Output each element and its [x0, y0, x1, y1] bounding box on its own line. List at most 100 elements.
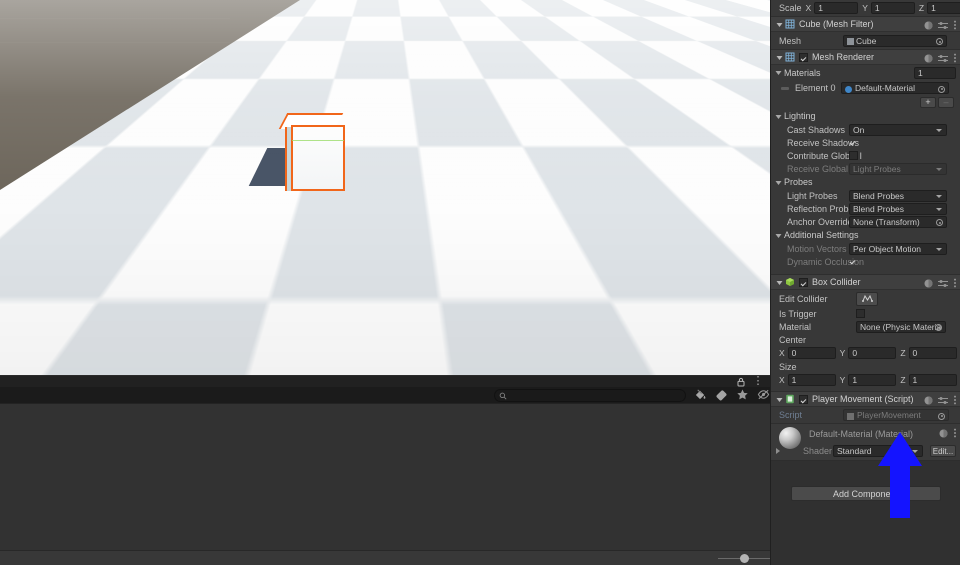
scale-x-field[interactable]: 1: [814, 2, 858, 14]
kebab-menu-icon[interactable]: [953, 428, 957, 438]
foldout-arrow-icon[interactable]: [775, 395, 784, 404]
box-collider-enabled-checkbox[interactable]: [799, 278, 808, 287]
receive-gi-value: Light Probes: [853, 164, 901, 174]
object-picker-icon[interactable]: [936, 38, 943, 45]
receive-shadows-label: Receive Shadows: [771, 138, 849, 148]
light-probes-dropdown[interactable]: Blend Probes: [849, 190, 947, 202]
foldout-arrow-icon[interactable]: [775, 53, 784, 62]
search-input[interactable]: [507, 391, 677, 400]
lock-icon[interactable]: [736, 377, 746, 387]
center-x-field[interactable]: 0: [788, 347, 836, 359]
paint-bucket-icon[interactable]: [694, 388, 707, 401]
mesh-renderer-enabled-checkbox[interactable]: [799, 53, 808, 62]
foldout-arrow-icon[interactable]: [775, 20, 784, 29]
element-value-field[interactable]: Default-Material: [841, 82, 949, 94]
help-icon[interactable]: [924, 21, 933, 30]
foldout-arrow-icon[interactable]: [774, 231, 783, 240]
component-header-mesh-filter[interactable]: Cube (Mesh Filter): [771, 16, 960, 32]
size-z-field[interactable]: 1: [909, 374, 957, 386]
reflection-probes-dropdown[interactable]: Blend Probes: [849, 203, 947, 215]
script-icon: [785, 394, 795, 404]
object-picker-icon[interactable]: [936, 219, 943, 226]
reflection-probes-value: Blend Probes: [853, 204, 904, 214]
help-icon[interactable]: [924, 54, 933, 63]
transform-scale-row: Scale X 1 Y 1 Z 1: [771, 0, 960, 16]
script-label: Script: [771, 410, 843, 420]
size-y-field[interactable]: 1: [848, 374, 896, 386]
size-z-axis: Z: [900, 375, 905, 385]
preset-icon[interactable]: [938, 21, 948, 30]
scene-view[interactable]: [0, 0, 770, 375]
tag-icon[interactable]: [715, 388, 728, 401]
object-picker-icon[interactable]: [938, 86, 945, 93]
object-picker-icon[interactable]: [938, 413, 945, 420]
component-header-mesh-renderer[interactable]: Mesh Renderer: [771, 49, 960, 65]
preset-icon[interactable]: [938, 279, 948, 288]
component-header-box-collider[interactable]: Box Collider: [771, 274, 960, 290]
center-z-field[interactable]: 0: [909, 347, 957, 359]
size-label: Size: [771, 362, 797, 372]
mesh-filter-icon: [785, 19, 795, 29]
edit-collider-button[interactable]: [856, 292, 878, 306]
is-trigger-label: Is Trigger: [771, 309, 856, 319]
preset-icon[interactable]: [938, 54, 948, 63]
kebab-menu-icon[interactable]: [953, 53, 957, 63]
mesh-label: Mesh: [771, 36, 843, 46]
lighting-section-row[interactable]: Lighting: [771, 109, 960, 123]
script-value-field[interactable]: PlayerMovement: [843, 409, 949, 421]
help-icon[interactable]: [939, 429, 948, 438]
foldout-arrow-icon[interactable]: [775, 278, 784, 287]
kebab-menu-icon[interactable]: [953, 395, 957, 405]
object-picker-icon[interactable]: [935, 324, 942, 331]
is-trigger-checkbox[interactable]: [856, 309, 865, 318]
help-icon[interactable]: [924, 396, 933, 405]
foldout-arrow-icon[interactable]: [774, 112, 783, 121]
foldout-arrow-icon[interactable]: [774, 447, 782, 455]
eye-off-icon[interactable]: [757, 388, 770, 401]
receive-gi-dropdown: Light Probes: [849, 163, 947, 175]
toolbar-kebab-menu-icon[interactable]: ⋮: [752, 376, 764, 388]
scale-z-field[interactable]: 1: [927, 2, 960, 14]
drag-handle-icon[interactable]: [781, 87, 789, 90]
chevron-down-icon: [936, 195, 942, 198]
dynamic-occlusion-checkbox[interactable]: [849, 257, 858, 266]
contribute-gi-checkbox[interactable]: [849, 151, 858, 160]
lower-panel-footer: [0, 550, 770, 565]
size-x-field[interactable]: 1: [788, 374, 836, 386]
anchor-override-field[interactable]: None (Transform): [849, 216, 947, 228]
add-material-button[interactable]: +: [920, 97, 936, 108]
additional-settings-section-row[interactable]: Additional Settings: [771, 228, 960, 242]
size-values-row: X 1 Y 1 Z 1: [771, 373, 960, 387]
motion-vectors-dropdown[interactable]: Per Object Motion: [849, 243, 947, 255]
receive-gi-label: Receive Global Illu: [771, 164, 849, 174]
center-y-field[interactable]: 0: [848, 347, 896, 359]
receive-shadows-row: Receive Shadows: [771, 136, 960, 149]
kebab-menu-icon[interactable]: [953, 20, 957, 30]
preset-icon[interactable]: [938, 396, 948, 405]
material-preview-header[interactable]: Default-Material (Material) Shader Stand…: [771, 424, 960, 461]
component-header-player-movement[interactable]: Player Movement (Script): [771, 391, 960, 407]
foldout-arrow-icon[interactable]: [774, 68, 783, 77]
receive-shadows-checkbox[interactable]: [849, 138, 858, 147]
cast-shadows-dropdown[interactable]: On: [849, 124, 947, 136]
help-icon[interactable]: [924, 279, 933, 288]
player-movement-enabled-checkbox[interactable]: [799, 395, 808, 404]
scene-view-toolbar: ⋮ 4: [0, 375, 770, 403]
collider-material-field[interactable]: None (Physic Materia: [856, 321, 946, 333]
remove-material-button[interactable]: –: [938, 97, 954, 108]
lower-panel-body[interactable]: [0, 404, 770, 550]
star-icon[interactable]: [736, 388, 749, 401]
materials-size-field[interactable]: 1: [914, 67, 956, 79]
kebab-menu-icon[interactable]: [953, 278, 957, 288]
edit-shader-button[interactable]: Edit...: [930, 445, 956, 457]
foldout-arrow-icon[interactable]: [774, 178, 783, 187]
zoom-slider-knob[interactable]: [740, 554, 749, 563]
probes-section-row[interactable]: Probes: [771, 175, 960, 189]
component-tools-mesh-renderer: [924, 53, 957, 63]
selected-cube[interactable]: [283, 113, 345, 191]
cast-shadows-row: Cast Shadows On: [771, 123, 960, 136]
materials-section-row[interactable]: Materials 1: [771, 65, 960, 80]
mesh-value-field[interactable]: Cube: [843, 35, 947, 47]
search-field[interactable]: [494, 389, 686, 402]
scale-y-field[interactable]: 1: [871, 2, 915, 14]
